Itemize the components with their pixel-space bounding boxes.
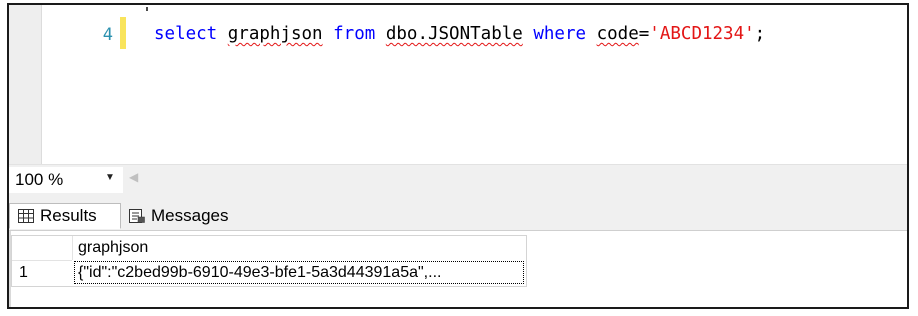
string-literal: 'ABCD1234' <box>649 24 755 44</box>
editor-gutter <box>9 5 41 164</box>
query-window: 4 select graphjson from dbo.JSONTable wh… <box>7 3 909 309</box>
results-tabs: Results Messages <box>9 198 907 231</box>
scroll-left-arrow-icon[interactable]: ◀ <box>129 170 138 184</box>
semicolon: ; <box>754 24 766 44</box>
zoom-dropdown[interactable]: 100 % ▼ <box>9 167 123 193</box>
result-table: graphjson 1 {"id":"c2bed99b-6910-49e3-bf… <box>11 235 527 287</box>
column-header[interactable]: graphjson <box>72 236 526 260</box>
change-marker <box>120 17 126 49</box>
line-tick <box>146 7 148 11</box>
identifier-column: graphjson <box>227 24 323 44</box>
line-number: 4 <box>102 25 113 45</box>
zoom-bar: 100 % ▼ ◀ <box>9 164 907 199</box>
result-cell[interactable]: {"id":"c2bed99b-6910-49e3-bfe1-5a3d44391… <box>74 261 524 284</box>
messages-icon <box>129 209 145 223</box>
code-line[interactable]: select graphjson from dbo.JSONTable wher… <box>154 22 765 46</box>
grid-icon <box>18 209 34 223</box>
chevron-down-icon[interactable]: ▼ <box>105 172 115 183</box>
keyword-select: select <box>154 24 218 44</box>
identifier-table: dbo.JSONTable <box>385 24 523 44</box>
equals-operator: = <box>638 24 650 44</box>
zoom-value: 100 % <box>15 170 64 189</box>
tab-messages-label: Messages <box>151 206 229 225</box>
identifier-field: code <box>596 24 639 44</box>
results-grid: graphjson 1 {"id":"c2bed99b-6910-49e3-bf… <box>9 231 907 307</box>
grid-corner[interactable] <box>12 236 72 260</box>
tab-results[interactable]: Results <box>9 203 121 229</box>
query-editor[interactable]: 4 select graphjson from dbo.JSONTable wh… <box>9 5 907 164</box>
tab-messages[interactable]: Messages <box>125 203 250 229</box>
row-header[interactable]: 1 <box>12 260 72 286</box>
keyword-where: where <box>533 24 587 44</box>
tab-results-label: Results <box>40 206 97 225</box>
keyword-from: from <box>333 24 376 44</box>
gutter-divider <box>41 5 42 164</box>
